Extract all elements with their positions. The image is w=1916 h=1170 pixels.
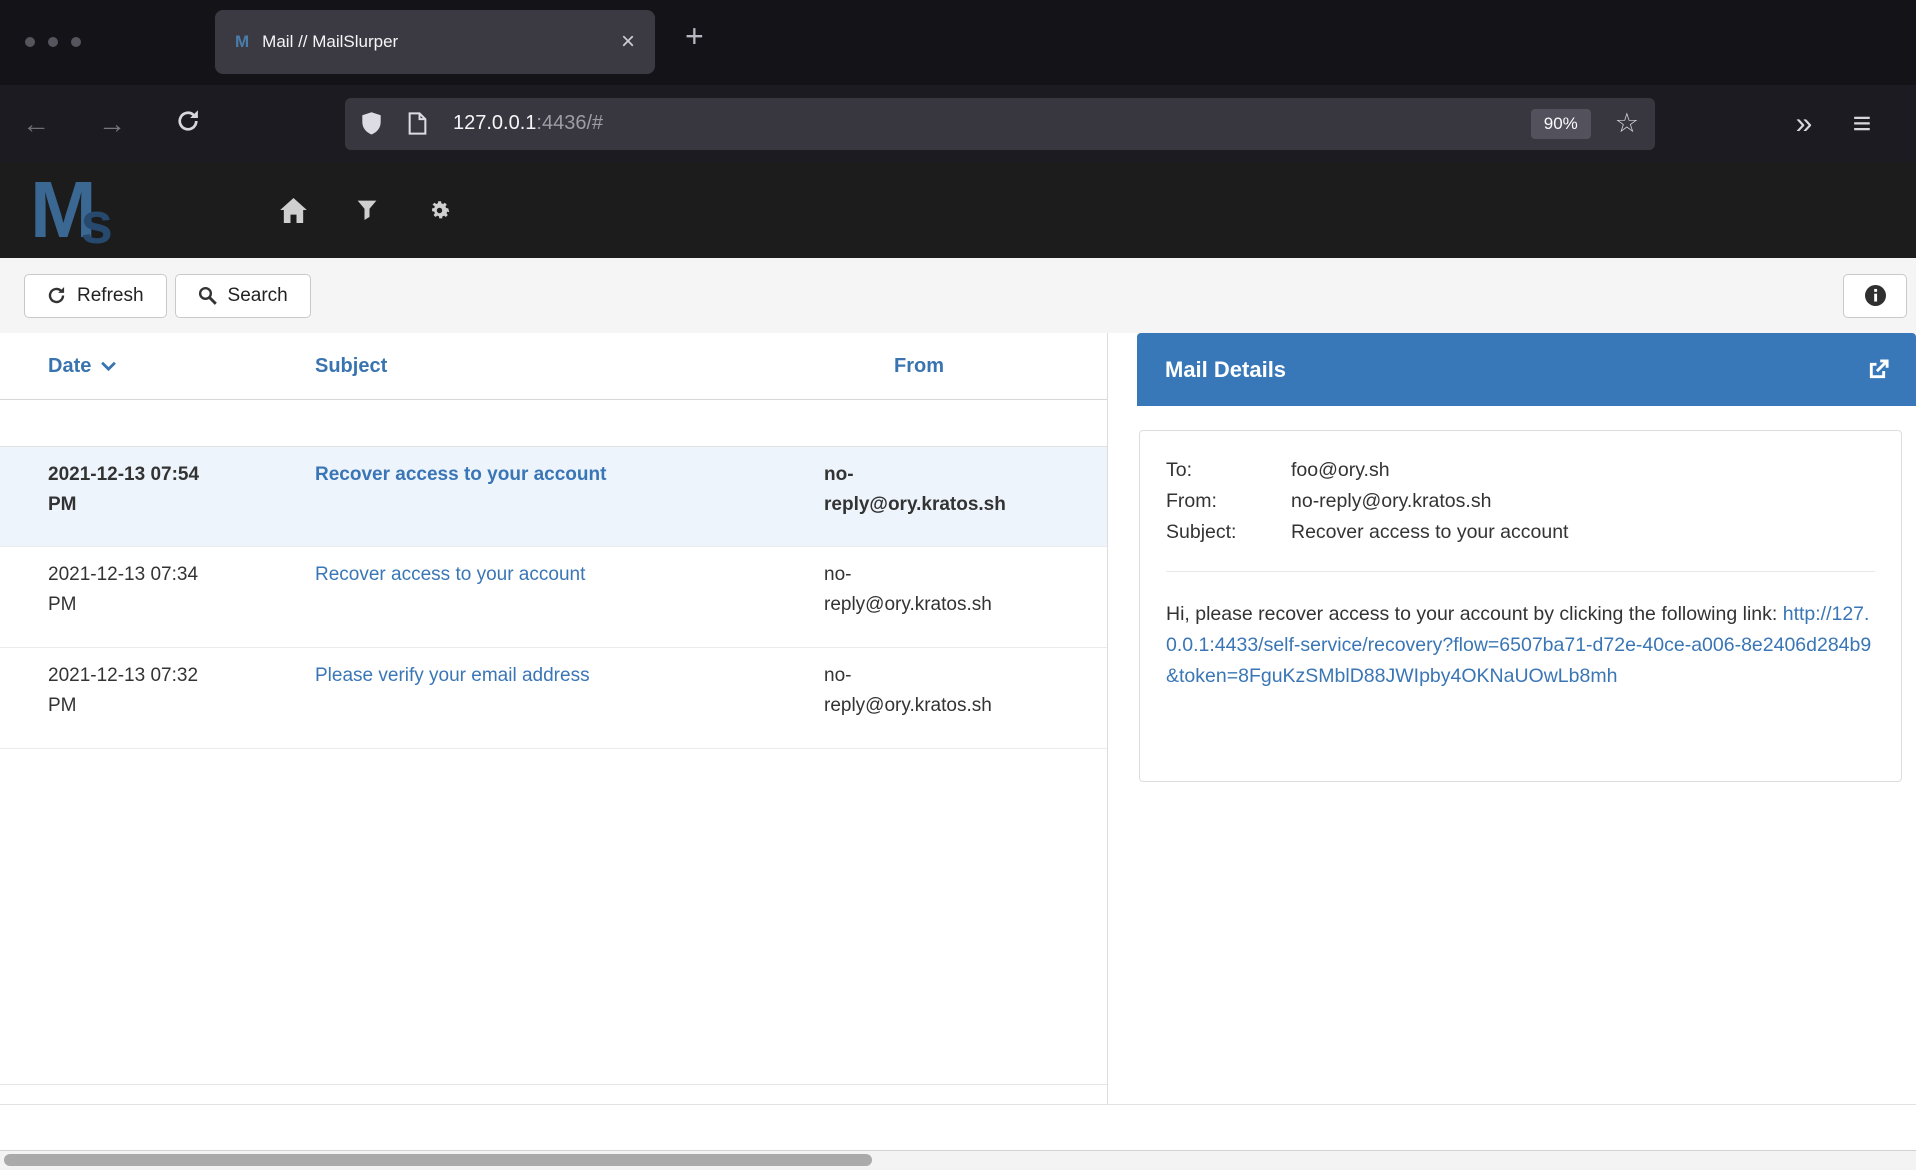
mail-row[interactable]: 2021-12-13 07:32 PM Please verify your e…: [0, 648, 1107, 749]
mail-from: no-reply@ory.kratos.sh: [789, 460, 1107, 546]
browser-navbar: ← → 127.0.0.1:4436/# 90% ☆ » ≡: [0, 85, 1916, 162]
subject-label: Subject:: [1166, 517, 1291, 548]
mail-list: Date Subject From 2021-12-13 07:54 PM Re…: [0, 333, 1107, 1085]
external-link-icon: [1867, 358, 1890, 381]
to-value: foo@ory.sh: [1291, 455, 1390, 486]
refresh-icon: [47, 286, 66, 305]
main-content: Date Subject From 2021-12-13 07:54 PM Re…: [0, 333, 1916, 1105]
search-label: Search: [228, 285, 288, 307]
mail-date: 2021-12-13 07:54 PM: [0, 460, 270, 546]
column-header-subject[interactable]: Subject: [270, 355, 789, 378]
field-to: To: foo@ory.sh: [1166, 455, 1875, 486]
settings-button[interactable]: [427, 198, 452, 223]
window-dot: [25, 37, 35, 47]
reload-button[interactable]: [168, 109, 208, 138]
bookmark-star-icon[interactable]: ☆: [1615, 108, 1639, 139]
mail-row-selected[interactable]: 2021-12-13 07:54 PM Recover access to yo…: [0, 446, 1107, 547]
mail-date: 2021-12-13 07:32 PM: [0, 661, 270, 748]
date-header-label: Date: [48, 355, 91, 378]
zoom-indicator[interactable]: 90%: [1531, 109, 1591, 139]
browser-tab[interactable]: M Mail // MailSlurper ×: [215, 10, 655, 74]
mail-row[interactable]: 2021-12-13 07:34 PM Recover access to yo…: [0, 547, 1107, 648]
url-bar[interactable]: 127.0.0.1:4436/# 90% ☆: [345, 98, 1655, 150]
mail-details-panel: Mail Details To: foo@ory.sh From: no-rep…: [1108, 333, 1916, 1104]
filter-icon: [357, 199, 377, 221]
horizontal-scrollbar[interactable]: [0, 1150, 1916, 1170]
url-text[interactable]: 127.0.0.1:4436/#: [453, 112, 603, 135]
tab-favicon-icon: M: [235, 32, 249, 52]
app-header: M s: [0, 162, 1916, 258]
refresh-label: Refresh: [77, 285, 144, 307]
mail-details-header: Mail Details: [1137, 333, 1916, 406]
window-dot: [71, 37, 81, 47]
mail-subject-link[interactable]: Recover access to your account: [315, 564, 585, 585]
shield-icon[interactable]: [361, 112, 382, 136]
info-button[interactable]: [1843, 274, 1907, 318]
window-controls[interactable]: [25, 37, 81, 47]
search-button[interactable]: Search: [175, 274, 311, 318]
hamburger-menu-button[interactable]: ≡: [1842, 105, 1882, 142]
home-button[interactable]: [280, 198, 307, 223]
mail-list-header: Date Subject From: [0, 333, 1107, 400]
logo-letter-s: s: [81, 198, 113, 250]
mail-date: 2021-12-13 07:34 PM: [0, 560, 270, 647]
subject-value: Recover access to your account: [1291, 517, 1568, 548]
refresh-button[interactable]: Refresh: [24, 274, 167, 318]
filter-button[interactable]: [357, 199, 377, 221]
home-icon: [280, 198, 307, 223]
forward-button[interactable]: →: [92, 110, 132, 138]
tab-close-icon[interactable]: ×: [621, 28, 635, 56]
overflow-menu-button[interactable]: »: [1784, 107, 1824, 141]
url-path: :4436/#: [536, 112, 603, 134]
mail-details-card: To: foo@ory.sh From: no-reply@ory.kratos…: [1139, 430, 1902, 782]
to-label: To:: [1166, 455, 1291, 486]
from-label: From:: [1166, 486, 1291, 517]
reload-icon: [176, 109, 200, 133]
details-divider: [1166, 571, 1875, 572]
from-value: no-reply@ory.kratos.sh: [1291, 486, 1491, 517]
open-external-button[interactable]: [1867, 358, 1890, 381]
back-button[interactable]: ←: [16, 110, 56, 138]
app-toolbar: Refresh Search: [0, 258, 1916, 333]
mail-subject-link[interactable]: Please verify your email address: [315, 665, 590, 686]
url-host: 127.0.0.1: [453, 112, 536, 134]
mail-list-panel: Date Subject From 2021-12-13 07:54 PM Re…: [0, 333, 1108, 1104]
tab-title: Mail // MailSlurper: [262, 32, 611, 52]
window-dot: [48, 37, 58, 47]
page-info-icon[interactable]: [408, 112, 427, 135]
browser-tab-strip: M Mail // MailSlurper × +: [0, 0, 1916, 85]
mail-subject-link[interactable]: Recover access to your account: [315, 464, 606, 485]
field-subject: Subject: Recover access to your account: [1166, 517, 1875, 548]
new-tab-button[interactable]: +: [685, 20, 704, 52]
mail-from: no-reply@ory.kratos.sh: [789, 560, 1107, 647]
gear-icon: [427, 198, 452, 223]
mail-from: no-reply@ory.kratos.sh: [789, 661, 1107, 748]
sort-chevron-down-icon: [100, 360, 117, 373]
mail-body-text: Hi, please recover access to your accoun…: [1166, 603, 1783, 625]
column-header-from[interactable]: From: [789, 355, 1107, 378]
column-header-date[interactable]: Date: [0, 355, 270, 378]
search-icon: [198, 286, 217, 305]
scrollbar-thumb[interactable]: [4, 1154, 872, 1166]
info-icon: [1865, 285, 1886, 306]
mail-rows: 2021-12-13 07:54 PM Recover access to yo…: [0, 446, 1107, 749]
mailslurper-logo[interactable]: M s: [30, 174, 230, 246]
mail-body: Hi, please recover access to your accoun…: [1166, 599, 1875, 692]
mail-details-title: Mail Details: [1165, 357, 1286, 383]
field-from: From: no-reply@ory.kratos.sh: [1166, 486, 1875, 517]
